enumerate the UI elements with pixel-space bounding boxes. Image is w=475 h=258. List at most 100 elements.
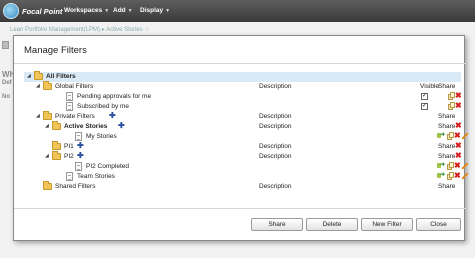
breadcrumb-current[interactable]: Active Stories [106, 27, 143, 33]
menu-workspaces-label: Workspaces [64, 7, 103, 14]
new-filter-button[interactable]: New Filter [361, 218, 413, 231]
menu-workspaces[interactable]: Workspaces ▼ [64, 7, 109, 14]
tree-row-pi2-completed[interactable]: PI2 Completed ➜ ✖ [24, 162, 469, 172]
visible-checkbox[interactable]: ✓ [421, 103, 428, 110]
delete-icon[interactable]: ✖ [455, 152, 462, 160]
filter-document-icon [75, 162, 82, 171]
tree-row-global-filters[interactable]: ◢ Global Filters Description Visible Sha… [24, 81, 461, 92]
delete-icon[interactable]: ✖ [455, 122, 462, 130]
divider [14, 63, 466, 64]
menu-display-label: Display [140, 7, 164, 14]
filter-document-icon [66, 172, 73, 181]
tree-row-pending-approvals[interactable]: Pending approvals for me ✓ ✖ [24, 92, 462, 102]
filter-document-icon [75, 132, 82, 141]
delete-icon[interactable]: ✖ [455, 92, 462, 100]
tree-label: All Filters [46, 73, 76, 80]
edit-pencil-icon[interactable] [460, 172, 469, 180]
menu-add-label: Add [113, 7, 126, 14]
tree-row-all-filters[interactable]: ◢ All Filters [24, 71, 461, 82]
description-header: Description [259, 123, 292, 130]
edit-pencil-icon[interactable] [460, 162, 469, 170]
expand-arrow-icon[interactable]: ◢ [36, 113, 40, 119]
filter-document-icon [66, 102, 73, 111]
tree-label: PI1 [64, 143, 74, 150]
expand-arrow-icon[interactable]: ◢ [45, 123, 49, 129]
top-navigation-bar: Focal Point Workspaces ▼ Add ▼ Display ▼ [0, 0, 475, 22]
add-filter-icon[interactable]: ✚ [77, 152, 84, 160]
breadcrumb-path[interactable]: Lean Portfolio Management(LPM) [10, 27, 100, 33]
bg-label-2: Def [2, 80, 12, 86]
description-header: Description [259, 183, 292, 190]
visible-header: Visible [420, 83, 440, 90]
tree-label: PI2 Completed [86, 163, 129, 170]
tree-label: Global Filters [55, 83, 94, 90]
expand-arrow-icon[interactable]: ◢ [27, 73, 31, 79]
dialog-title: Manage Filters [24, 45, 87, 56]
visible-checkbox[interactable]: ✓ [421, 93, 428, 100]
add-filter-icon[interactable]: ✚ [109, 112, 116, 120]
delete-icon[interactable]: ✖ [455, 102, 462, 110]
divider [14, 208, 466, 209]
folder-icon [43, 81, 52, 90]
copy-icon[interactable] [448, 102, 455, 110]
expand-arrow-icon[interactable]: ◢ [36, 83, 40, 89]
focal-point-logo-icon [3, 3, 19, 19]
tree-label: Team Stories [77, 173, 115, 180]
add-filter-icon[interactable]: ✚ [118, 122, 125, 130]
share-icon[interactable]: ➜ [437, 162, 445, 169]
tree-row-shared-filters[interactable]: Shared Filters Description Share [24, 181, 461, 192]
copy-icon[interactable] [448, 92, 455, 100]
folder-icon [43, 181, 52, 190]
tree-label: My Stories [86, 133, 117, 140]
share-icon[interactable]: ➜ [437, 172, 445, 179]
share-header: Share [438, 83, 456, 90]
document-icon [2, 41, 9, 49]
share-icon[interactable]: ➜ [437, 132, 445, 139]
tree-label: PI2 [64, 153, 74, 160]
share-header: Share [438, 123, 456, 130]
tree-row-private-filters[interactable]: ◢ Private Filters ✚ Description Share [24, 111, 461, 122]
expand-arrow-icon[interactable]: ◢ [45, 153, 49, 159]
folder-icon [52, 151, 61, 160]
description-header: Description [259, 153, 292, 160]
tree-row-active-stories[interactable]: ◢ Active Stories ✚ Description Share ✖ [24, 121, 462, 132]
description-header: Description [259, 113, 292, 120]
description-header: Description [259, 143, 292, 150]
folder-icon [34, 71, 43, 80]
delete-button[interactable]: Delete [306, 218, 358, 231]
star-icon[interactable]: ☆ [144, 27, 149, 33]
tree-label: Active Stories [64, 123, 108, 130]
description-header: Description [259, 83, 292, 90]
app-logo[interactable]: Focal Point [3, 3, 62, 19]
copy-icon[interactable] [447, 172, 454, 180]
edit-pencil-icon[interactable] [460, 132, 469, 140]
share-header: Share [438, 113, 456, 120]
chevron-down-icon: ▼ [165, 8, 171, 14]
close-button[interactable]: Close [416, 218, 461, 231]
add-filter-icon[interactable]: ✚ [77, 142, 84, 150]
tree-row-team-stories[interactable]: Team Stories ➜ ✖ [24, 172, 469, 182]
tree-label: Subscribed by me [77, 103, 130, 110]
share-header: Share [438, 153, 456, 160]
delete-icon[interactable]: ✖ [455, 142, 462, 150]
tree-label: Pending approvals for me [77, 93, 152, 100]
bg-label-3: No [2, 94, 10, 100]
menu-add[interactable]: Add ▼ [113, 7, 133, 14]
filter-document-icon [66, 92, 73, 101]
tree-row-pi2[interactable]: ◢ PI2 ✚ Description Share ✖ [24, 151, 462, 162]
menu-display[interactable]: Display ▼ [140, 7, 170, 14]
folder-icon [52, 141, 61, 150]
share-header: Share [438, 183, 456, 190]
chevron-down-icon: ▼ [104, 8, 110, 14]
copy-icon[interactable] [447, 162, 454, 170]
tree-row-pi1[interactable]: PI1 ✚ Description Share ✖ [24, 141, 462, 152]
share-button[interactable]: Share [251, 218, 303, 231]
folder-icon [43, 111, 52, 120]
app-name: Focal Point [22, 6, 63, 16]
tree-row-my-stories[interactable]: My Stories ➜ ✖ [24, 132, 469, 142]
breadcrumb: Lean Portfolio Management(LPM) ▸ Active … [10, 27, 150, 33]
copy-icon[interactable] [447, 132, 454, 140]
tree-row-subscribed[interactable]: Subscribed by me ✓ ✖ [24, 102, 462, 112]
folder-icon [52, 121, 61, 130]
chevron-down-icon: ▼ [127, 8, 133, 14]
